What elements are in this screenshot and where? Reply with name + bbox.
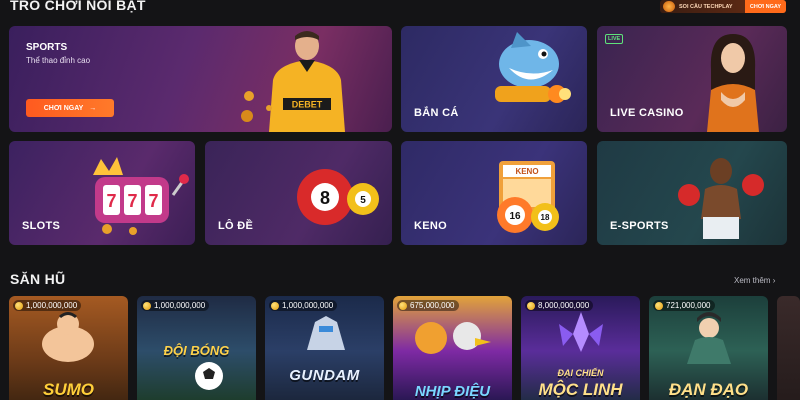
game-title: ĐẠN ĐẠO [668, 380, 749, 399]
lottery-ball-number: 5 [360, 195, 366, 206]
crystal-emblem-icon [559, 312, 603, 352]
sports-title: SPORTS [26, 42, 68, 53]
see-more-label: Xem thêm [734, 276, 771, 285]
see-more-link[interactable]: Xem thêm › [734, 276, 775, 285]
coin-icon [655, 301, 663, 310]
coin-icon [15, 301, 23, 310]
dealer-image [707, 34, 759, 132]
lottery-label: LÔ ĐỀ [218, 220, 254, 232]
jackpot-amount: 1,000,000,000 [269, 300, 338, 311]
keno-card[interactable]: KENO 16 18 KENO [401, 141, 587, 245]
game-title: ĐẠI CHIẾN [557, 368, 604, 378]
jackpot-section-title: SĂN HŨ [10, 271, 66, 287]
coin-icon [399, 301, 407, 310]
keno-ball-number: 18 [541, 213, 550, 222]
featured-section-title: TRÒ CHƠI NỔI BẬT [10, 0, 146, 13]
game-subtitle: MỘC LINH [538, 380, 623, 399]
jackpot-amount-text: 8,000,000,000 [538, 301, 590, 310]
coin-icon [143, 301, 151, 310]
game-title: GUNDAM [289, 367, 360, 384]
jackpot-amount: 1,000,000,000 [141, 300, 210, 311]
coin-icon [527, 301, 535, 310]
fish-shooting-label: BẮN CÁ [414, 107, 459, 119]
keno-label: KENO [414, 220, 447, 232]
live-icon: LIVE [605, 34, 624, 44]
jackpot-amount-text: 675,000,000 [410, 301, 455, 310]
fish-shooting-card[interactable]: BẮN CÁ [401, 26, 587, 132]
promo-banner[interactable]: SOI CẦU TECHPLAY CHƠI NGAY [660, 0, 786, 13]
jackpot-amount-text: 1,000,000,000 [154, 301, 206, 310]
promo-text: SOI CẦU TECHPLAY [679, 3, 733, 10]
jackpot-amount-text: 1,000,000,000 [282, 301, 334, 310]
live-casino-card[interactable]: LIVE LIVE CASINO [597, 26, 787, 132]
svg-text:7: 7 [127, 191, 137, 211]
slot-machine-icon: 7 7 7 [93, 157, 189, 235]
chevron-right-icon: › [772, 276, 776, 285]
svg-text:7: 7 [148, 191, 158, 211]
shirt-sponsor-text: DEBET [292, 100, 323, 110]
promo-play-button[interactable]: CHƠI NGAY [744, 0, 786, 13]
boxer-image [678, 158, 764, 239]
esports-label: E-SPORTS [610, 220, 669, 232]
keno-board-label: KENO [515, 167, 538, 176]
esports-card[interactable]: E-SPORTS [597, 141, 787, 245]
jackpot-amount: 675,000,000 [397, 300, 459, 311]
sports-card[interactable]: SPORTS Thể thao đỉnh cao CHƠI NGAY → DEB… [9, 26, 392, 132]
sports-play-button[interactable]: CHƠI NGAY → [26, 99, 114, 117]
svg-text:7: 7 [106, 191, 116, 211]
lottery-ball-number: 8 [320, 188, 330, 208]
lottery-balls-icon: 8 5 [297, 169, 379, 225]
game-title: ĐỘI BÓNG [163, 343, 230, 358]
jackpot-game-tile[interactable]: 8,000,000,000 ĐẠI CHIẾN MỘC LINH [521, 296, 640, 400]
robot-icon [307, 316, 345, 350]
sports-play-label: CHƠI NGAY [43, 104, 84, 112]
jackpot-amount-text: 1,000,000,000 [26, 301, 78, 310]
keno-ball-number: 16 [509, 211, 521, 222]
football-icon [195, 362, 223, 390]
game-title: NHỊP ĐIỆU [414, 383, 491, 400]
jackpot-game-tile[interactable]: 675,000,000 NHỊP ĐIỆU [393, 296, 512, 400]
warrior-character-image [687, 312, 731, 364]
coins-icon [241, 91, 272, 122]
jackpot-game-tile[interactable]: 1,000,000,000 GUNDAM [265, 296, 384, 400]
slots-card[interactable]: 7 7 7 SLOTS [9, 141, 195, 245]
jackpot-game-tile-partial[interactable] [777, 296, 800, 400]
lottery-card[interactable]: 8 5 LÔ ĐỀ [205, 141, 392, 245]
sumo-character-image [42, 312, 94, 362]
jackpot-game-tile[interactable]: 1,000,000,000 ĐỘI BÓNG [137, 296, 256, 400]
coin-icon [271, 301, 279, 310]
jackpot-amount: 721,000,000 [653, 300, 715, 311]
jackpot-game-tile[interactable]: 721,000,000 ĐẠN ĐẠO [649, 296, 768, 400]
jackpot-amount-text: 721,000,000 [666, 301, 711, 310]
jackpot-game-tile[interactable]: 1,000,000,000 SUMO [9, 296, 128, 400]
game-title: SUMO [43, 380, 94, 399]
techplay-logo-icon [663, 1, 675, 12]
sports-subtitle: Thể thao đỉnh cao [26, 56, 91, 65]
arrow-right-icon: → [89, 104, 97, 112]
slots-label: SLOTS [22, 220, 61, 232]
keno-board-icon: KENO 16 18 [497, 161, 559, 233]
animal-characters-image [415, 322, 491, 354]
shark-icon [495, 32, 571, 103]
live-casino-label: LIVE CASINO [610, 107, 684, 119]
